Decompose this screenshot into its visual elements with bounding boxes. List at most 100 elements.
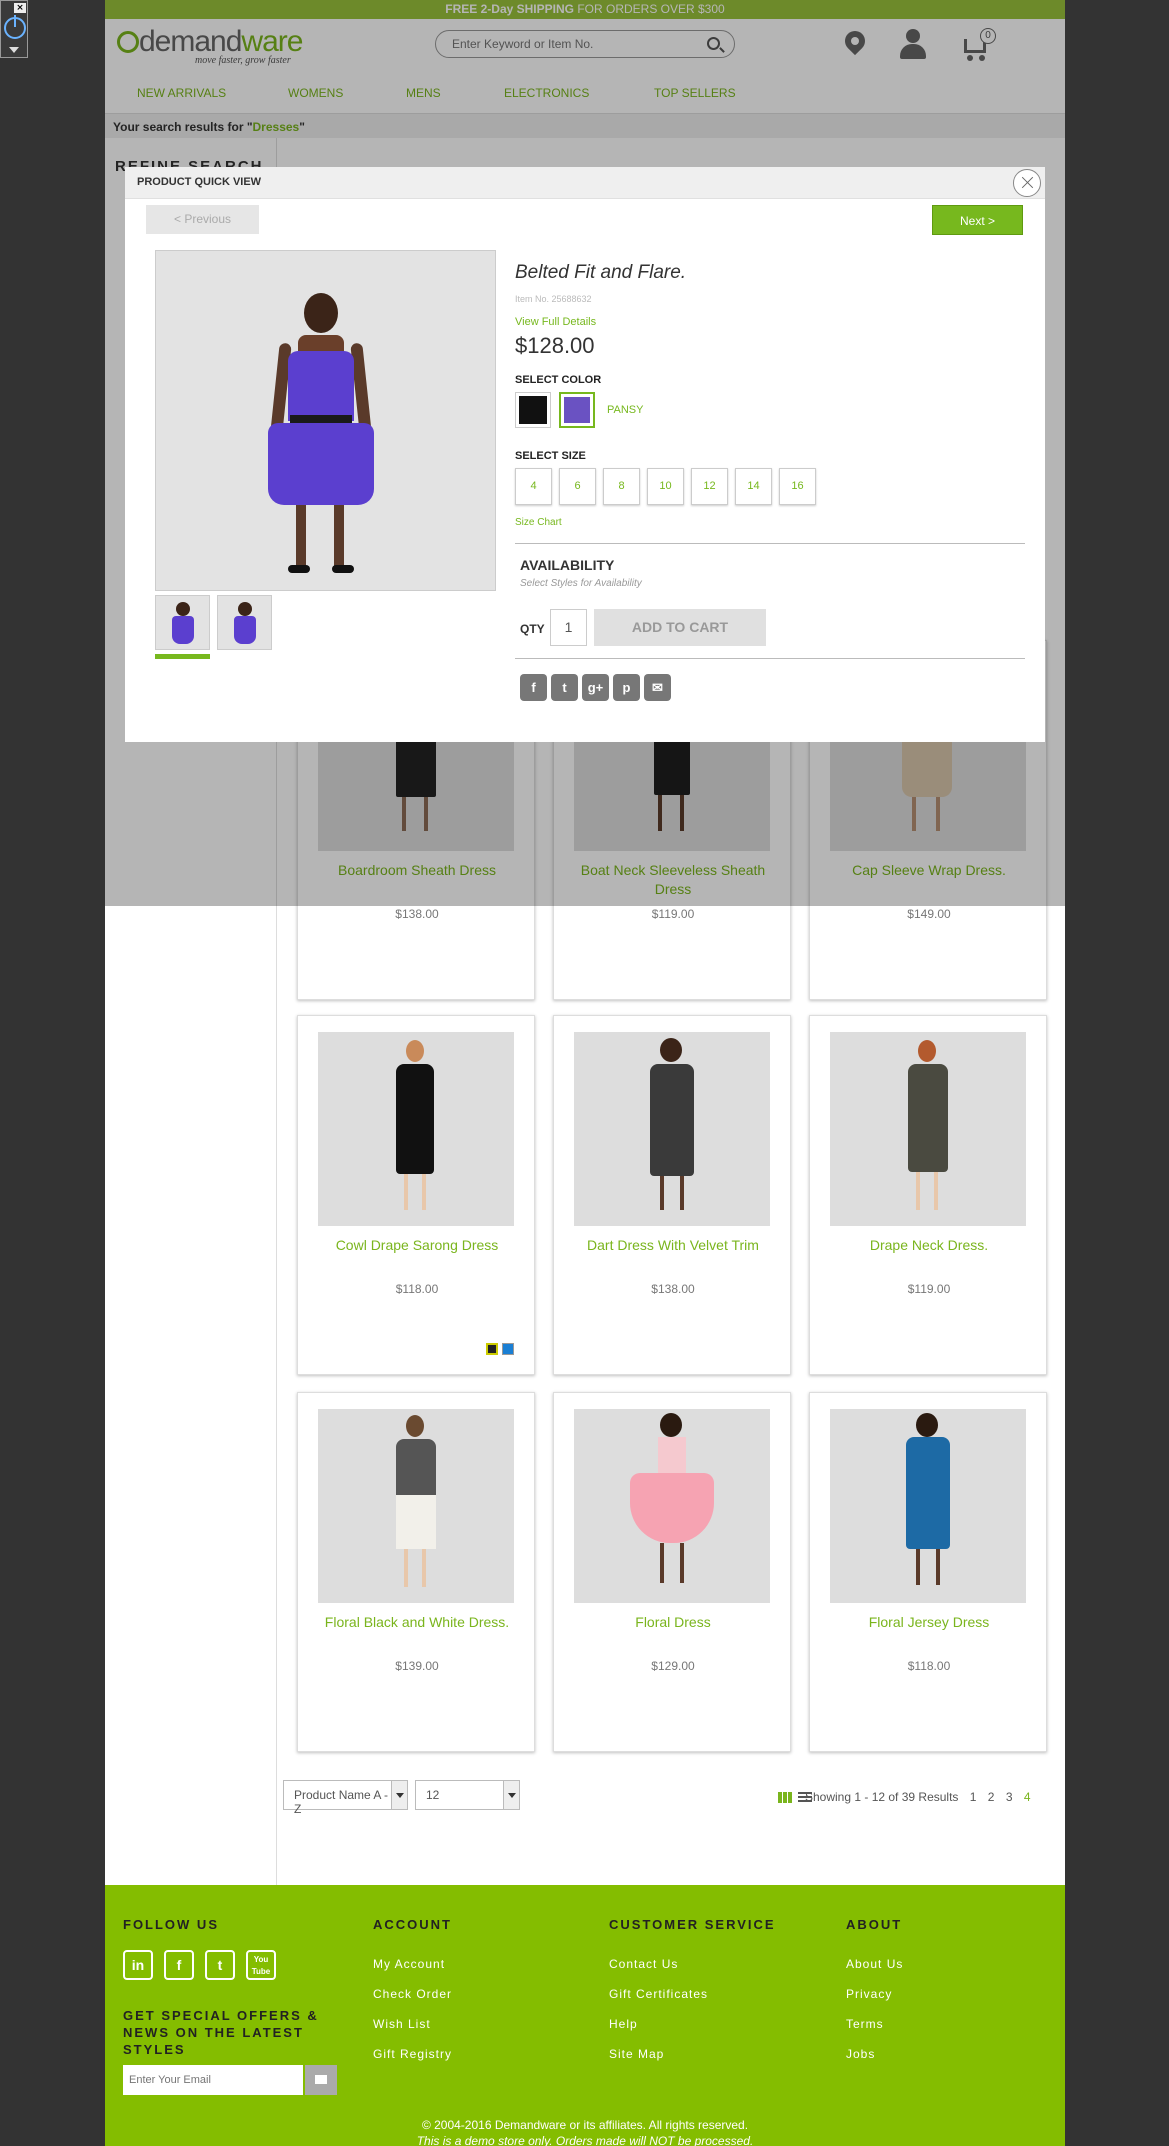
footer-link[interactable]: Jobs [846,2047,875,2061]
product-thumbnail-1[interactable] [155,595,210,650]
power-icon[interactable] [4,15,26,39]
product-thumbnail-2[interactable] [217,595,272,650]
product-image[interactable] [318,1032,514,1226]
product-tile[interactable]: Floral Dress $129.00 [553,1392,791,1752]
product-tile[interactable]: Floral Jersey Dress $118.00 [809,1392,1047,1752]
account-heading: ACCOUNT [373,1917,452,1932]
dialog-header: PRODUCT QUICK VIEW [125,167,1045,199]
next-button[interactable]: Next > [932,205,1023,235]
product-price: $138.00 [651,1282,695,1296]
dialog-title: PRODUCT QUICK VIEW [137,176,262,188]
product-price: $118.00 [907,1659,951,1673]
product-name[interactable]: Dart Dress With Velvet Trim [564,1236,782,1255]
product-tile[interactable]: Floral Black and White Dress. $139.00 [297,1392,535,1752]
product-name[interactable]: Drape Neck Dress. [820,1236,1038,1255]
footer-link[interactable]: Privacy [846,1987,892,2001]
footer-link[interactable]: About Us [846,1957,903,1971]
select-size-label: SELECT SIZE [515,450,586,462]
twitter-share-icon[interactable]: t [551,674,578,701]
footer-link[interactable]: Check Order [373,1987,452,2001]
size-option[interactable]: 4 [515,468,552,505]
product-name[interactable]: Cowl Drape Sarong Dress [308,1236,526,1255]
size-option[interactable]: 12 [691,468,728,505]
footer-link[interactable]: Gift Certificates [609,1987,708,2001]
product-price: $129.00 [651,1659,695,1673]
chevron-down-icon[interactable] [391,1781,407,1809]
email-submit-icon[interactable] [305,2065,337,2095]
footer-link[interactable]: Gift Registry [373,2047,452,2061]
size-chart-link[interactable]: Size Chart [515,517,562,528]
qty-label: QTY [520,622,545,636]
product-price: $128.00 [515,333,595,358]
page-1[interactable]: 1 [970,1790,977,1804]
linkedin-icon[interactable]: in [123,1950,153,1980]
product-price: $118.00 [395,1282,439,1296]
google-plus-share-icon[interactable]: g+ [582,674,609,701]
footer-link[interactable]: Terms [846,2017,884,2031]
customer-service-heading: CUSTOMER SERVICE [609,1917,776,1932]
close-icon[interactable]: × [14,3,26,13]
twitter-icon[interactable]: t [205,1950,235,1980]
availability-heading: AVAILABILITY [520,557,615,573]
page-3[interactable]: 3 [1006,1790,1013,1804]
divider [515,543,1025,544]
product-name[interactable]: Floral Dress [564,1613,782,1632]
grid-view-icon[interactable] [778,1792,792,1803]
product-title: Belted Fit and Flare. [515,262,687,283]
footer-link[interactable]: Help [609,2017,638,2031]
size-option[interactable]: 14 [735,468,772,505]
facebook-icon[interactable]: f [164,1950,194,1980]
chevron-down-icon[interactable] [503,1781,519,1809]
color-swatch-black[interactable] [486,1343,498,1355]
product-image[interactable] [318,1409,514,1603]
size-option[interactable]: 6 [559,468,596,505]
color-swatch-pansy[interactable] [559,392,595,428]
close-icon[interactable] [1013,169,1041,197]
product-tile[interactable]: Drape Neck Dress. $119.00 [809,1015,1047,1375]
color-swatch-black[interactable] [515,392,551,428]
selected-thumbnail-indicator [155,654,210,659]
quick-view-dialog: PRODUCT QUICK VIEW < Previous Next > Bel… [125,167,1045,742]
devtools-widget[interactable]: × [0,0,28,58]
item-number: Item No. 25688632 [515,294,592,304]
product-image[interactable] [830,1032,1026,1226]
quantity-field[interactable]: 1 [550,609,587,646]
product-main-image[interactable] [155,250,496,591]
email-share-icon[interactable]: ✉ [644,674,671,701]
product-name[interactable]: Floral Jersey Dress [820,1613,1038,1632]
view-full-details-link[interactable]: View Full Details [515,316,596,328]
add-to-cart-button[interactable]: ADD TO CART [594,609,766,646]
sort-select[interactable]: Product Name A - Z [283,1780,408,1816]
product-name[interactable]: Floral Black and White Dress. [308,1613,526,1632]
product-tile[interactable]: Dart Dress With Velvet Trim $138.00 [553,1015,791,1375]
product-image[interactable] [574,1032,770,1226]
site-footer: FOLLOW US in f t You Tube GET SPECIAL OF… [105,1885,1065,2146]
size-option[interactable]: 10 [647,468,684,505]
chevron-down-icon[interactable] [9,47,19,53]
footer-link[interactable]: Site Map [609,2047,664,2061]
results-count: Showing 1 - 12 of 39 Results 1 2 3 4 [805,1790,1031,1804]
email-field[interactable] [123,2065,303,2095]
size-option[interactable]: 8 [603,468,640,505]
product-price: $119.00 [907,1282,951,1296]
pinterest-share-icon[interactable]: p [613,674,640,701]
product-image[interactable] [574,1409,770,1603]
product-price: $149.00 [907,907,951,921]
size-option[interactable]: 16 [779,468,816,505]
availability-note: Select Styles for Availability [520,578,642,589]
page-size-select[interactable]: 12 [415,1780,520,1810]
facebook-share-icon[interactable]: f [520,674,547,701]
previous-button[interactable]: < Previous [146,205,259,234]
product-price: $139.00 [395,1659,439,1673]
footer-link[interactable]: Contact Us [609,1957,678,1971]
product-image[interactable] [830,1409,1026,1603]
follow-us-heading: FOLLOW US [123,1917,219,1932]
copyright: © 2004-2016 Demandware or its affiliates… [105,2117,1065,2146]
color-swatch-blue[interactable] [502,1343,514,1355]
youtube-icon[interactable]: You Tube [246,1950,276,1980]
product-tile[interactable]: Cowl Drape Sarong Dress $118.00 [297,1015,535,1375]
footer-link[interactable]: My Account [373,1957,445,1971]
page-2[interactable]: 2 [988,1790,995,1804]
page-4[interactable]: 4 [1024,1790,1031,1804]
footer-link[interactable]: Wish List [373,2017,431,2031]
